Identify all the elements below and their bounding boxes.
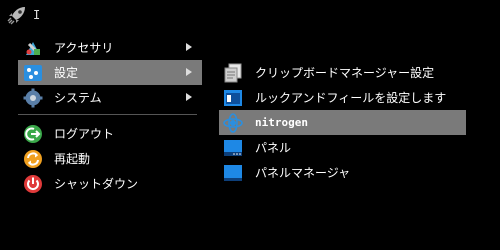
settings-icon (24, 64, 42, 81)
text-cursor[interactable]: I (33, 8, 40, 22)
clipboard-icon (224, 63, 242, 82)
submenu-arrow-icon (186, 68, 192, 76)
menu-item-settings[interactable]: 設定 (18, 60, 202, 85)
system-gear-icon (23, 88, 43, 107)
rocket-icon[interactable] (6, 4, 28, 26)
submenu-item-label: パネルマネージャ (255, 166, 351, 180)
submenu-arrow-icon (186, 43, 192, 51)
panel-manager-icon (224, 164, 242, 181)
menu-item-label: シャットダウン (54, 177, 139, 191)
menu-item-label: 設定 (54, 66, 79, 80)
submenu-item-panel-manager[interactable]: パネルマネージャ (219, 160, 466, 185)
look-and-feel-icon (224, 89, 242, 106)
menu-item-restart[interactable]: 再起動 (18, 146, 202, 171)
submenu-item-label: パネル (255, 141, 292, 155)
main-menu: アクセサリ 設定 システム ログアウト 再起動 シャットダウン (18, 35, 202, 196)
submenu-item-look-and-feel[interactable]: ルックアンドフィールを設定します (219, 85, 466, 110)
accessories-icon (26, 41, 40, 55)
submenu-item-label: ルックアンドフィールを設定します (255, 91, 447, 105)
menu-item-system[interactable]: システム (18, 85, 202, 110)
logout-icon (24, 124, 42, 143)
submenu-item-nitrogen[interactable]: nitrogen (219, 110, 466, 135)
panel-icon (224, 139, 242, 156)
submenu-item-label: nitrogen (255, 116, 308, 129)
menu-item-label: システム (54, 91, 102, 105)
submenu-arrow-icon (186, 93, 192, 101)
settings-submenu: クリップボードマネージャー設定 ルックアンドフィールを設定します nitroge… (219, 60, 466, 185)
restart-icon (24, 149, 42, 168)
submenu-item-clipboard-manager[interactable]: クリップボードマネージャー設定 (219, 60, 466, 85)
menu-item-label: アクセサリ (54, 41, 114, 55)
menu-separator (18, 114, 197, 115)
shutdown-icon (24, 174, 42, 193)
menu-item-accessories[interactable]: アクセサリ (18, 35, 202, 60)
top-bar: I (0, 0, 500, 32)
menu-item-shutdown[interactable]: シャットダウン (18, 171, 202, 196)
nitrogen-icon (223, 112, 243, 133)
menu-item-logout[interactable]: ログアウト (18, 121, 202, 146)
submenu-item-label: クリップボードマネージャー設定 (255, 66, 435, 80)
menu-item-label: ログアウト (54, 127, 115, 141)
menu-item-label: 再起動 (54, 152, 91, 166)
submenu-item-panel[interactable]: パネル (219, 135, 466, 160)
